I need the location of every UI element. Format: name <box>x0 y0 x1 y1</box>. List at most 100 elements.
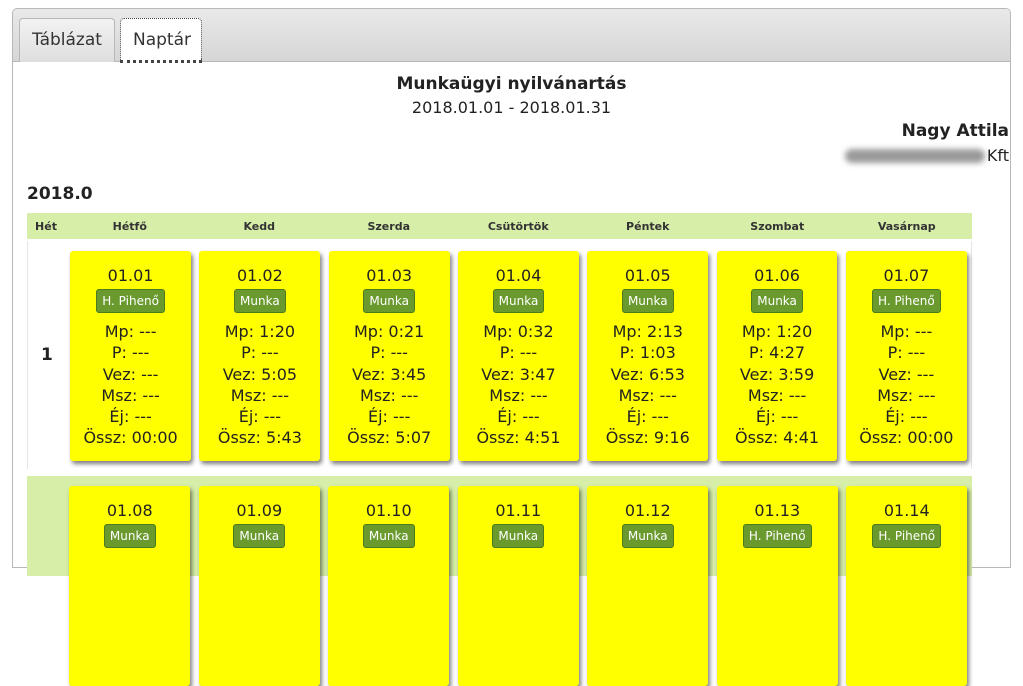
header-day: Csütörtök <box>487 219 549 233</box>
stat-ossz: Össz: 4:41 <box>735 428 820 448</box>
day-type-badge[interactable]: Munka <box>621 524 674 548</box>
header-day: Szombat <box>750 219 805 233</box>
stat-mp: Mp: 0:21 <box>353 322 425 341</box>
stat-ossz: Össz: 00:00 <box>859 428 954 448</box>
stat-msz: Msz: --- <box>101 385 160 405</box>
day-card[interactable]: 01.04 Munka Mp: 0:32 P: --- Vez: 3:47 Msz: --… <box>458 251 579 461</box>
day-card[interactable]: 01.07 H. Pihenő Mp: --- P: --- Vez: --- Msz: … <box>845 251 967 461</box>
month-label: 2018.0 <box>27 184 93 204</box>
stat-vez: Vez: 3:59 <box>739 364 815 384</box>
day-date: 01.07 <box>883 266 930 285</box>
day-type-badge[interactable]: Munka <box>363 289 415 313</box>
day-stats: Mp: --- P: --- Vez: --- Msz: --- Éj: --- Össz… <box>70 321 191 449</box>
day-card[interactable]: 01.14 H. Pihenő <box>846 486 968 686</box>
stat-mp: Mp: --- <box>104 322 157 341</box>
stat-mp: Mp: --- <box>880 322 933 341</box>
tab-table[interactable]: Táblázat <box>19 18 115 62</box>
header-day: Szerda <box>367 219 410 233</box>
day-stats: Mp: 0:32 P: --- Vez: 3:47 Msz: --- Éj: --- Ös… <box>458 321 579 449</box>
day-card[interactable]: 01.05 Munka Mp: 2:13 P: 1:03 Vez: 6:53 Msz: -… <box>587 251 709 461</box>
day-stats: Mp: 2:13 P: 1:03 Vez: 6:53 Msz: --- Éj: --- Ö… <box>587 321 708 449</box>
stat-vez: Vez: 3:47 <box>481 364 556 384</box>
day-date: 01.09 <box>236 501 283 520</box>
stat-msz: Msz: --- <box>618 385 677 405</box>
stat-vez: Vez: --- <box>878 364 935 384</box>
day-card[interactable]: 01.03 Munka Mp: 0:21 P: --- Vez: 3:45 Msz: --… <box>328 251 450 461</box>
day-card[interactable]: 01.01 H. Pihenő Mp: --- P: --- Vez: --- Msz: … <box>70 251 191 461</box>
tab-bar: Táblázat Naptár <box>13 9 1010 63</box>
day-card[interactable]: 01.02 Munka Mp: 1:20 P: --- Vez: 5:05 Msz: --… <box>199 251 321 461</box>
header-day: Hétfő <box>112 219 147 233</box>
calendar-header: Hét Hétfő Kedd Szerda Csütörtök Péntek S… <box>27 213 972 239</box>
stat-ossz: Össz: 5:07 <box>347 428 432 448</box>
day-date: 01.02 <box>236 266 283 285</box>
day-type-badge[interactable]: Munka <box>233 524 286 548</box>
stat-ej: Éj: --- <box>368 407 411 427</box>
day-stats: Mp: --- P: --- Vez: --- Msz: --- Éj: --- Össz… <box>846 321 967 449</box>
day-type-badge[interactable]: Munka <box>751 289 803 313</box>
stat-ej: Éj: --- <box>109 407 152 427</box>
stat-msz: Msz: --- <box>360 385 419 405</box>
redacted-company-name <box>844 148 985 163</box>
day-date: 01.06 <box>754 266 800 285</box>
day-type-badge[interactable]: Munka <box>362 524 415 548</box>
day-type-badge[interactable]: Munka <box>234 289 286 313</box>
day-card[interactable]: 01.12 Munka <box>587 486 709 686</box>
header-day: Vasárnap <box>877 219 936 233</box>
day-date: 01.10 <box>365 501 412 520</box>
stat-ossz: Össz: 9:16 <box>605 428 690 448</box>
day-card[interactable]: 01.10 Munka <box>328 486 450 686</box>
stat-mp: Mp: 1:20 <box>741 322 813 341</box>
day-card[interactable]: 01.11 Munka <box>457 486 579 686</box>
week-number <box>27 476 65 576</box>
day-date: 01.04 <box>495 266 542 285</box>
day-stats: Mp: 1:20 P: --- Vez: 5:05 Msz: --- Éj: --- Ös… <box>199 321 320 449</box>
stat-ossz: Össz: 4:51 <box>476 428 561 448</box>
stat-vez: Vez: 6:53 <box>610 364 685 384</box>
day-type-badge[interactable]: Munka <box>621 289 674 313</box>
report-period: 2018.01.01 - 2018.01.31 <box>411 98 612 117</box>
stat-msz: Msz: --- <box>489 385 548 405</box>
report-title: Munkaügyi nyilvánartás <box>396 74 627 94</box>
stat-p: P: --- <box>111 343 150 363</box>
day-date: 01.05 <box>624 266 671 285</box>
day-stats: Mp: 0:21 P: --- Vez: 3:45 Msz: --- Éj: --- Ös… <box>329 321 450 449</box>
stat-ej: Éj: --- <box>885 407 928 427</box>
stat-vez: Vez: 3:45 <box>352 364 427 384</box>
stat-ej: Éj: --- <box>497 407 540 427</box>
day-date: 01.01 <box>107 266 154 285</box>
day-type-badge[interactable]: H. Pihenő <box>872 289 941 313</box>
stat-msz: Msz: --- <box>747 385 807 405</box>
stat-ej: Éj: --- <box>238 407 282 427</box>
stat-ej: Éj: --- <box>626 407 669 427</box>
stat-ossz: Össz: 5:43 <box>217 428 302 448</box>
stat-mp: Mp: 2:13 <box>612 322 683 341</box>
day-stats: Mp: 1:20 P: 4:27 Vez: 3:59 Msz: --- Éj: --- Ö… <box>717 321 838 449</box>
day-card[interactable]: 01.09 Munka <box>198 486 320 686</box>
day-date: 01.11 <box>495 501 542 520</box>
stat-vez: Vez: --- <box>102 364 159 384</box>
day-type-badge[interactable]: H. Pihenő <box>742 524 812 548</box>
day-type-badge[interactable]: Munka <box>103 524 156 548</box>
day-date: 01.08 <box>106 501 153 520</box>
day-type-badge[interactable]: Munka <box>492 289 545 313</box>
stat-ej: Éj: --- <box>755 407 799 427</box>
stat-p: P: --- <box>499 343 538 363</box>
day-type-badge[interactable]: H. Pihenő <box>96 289 165 313</box>
day-date: 01.13 <box>754 501 801 520</box>
company-suffix: Kft <box>986 146 1009 165</box>
day-type-badge[interactable]: Munka <box>492 524 545 548</box>
stat-p: P: --- <box>241 343 279 363</box>
day-card[interactable]: 01.08 Munka <box>69 486 191 686</box>
day-card[interactable]: 01.06 Munka Mp: 1:20 P: 4:27 Vez: 3:59 Msz: -… <box>716 251 838 461</box>
stat-mp: Mp: 1:20 <box>224 322 296 341</box>
stat-mp: Mp: 0:32 <box>483 322 554 341</box>
week-row: 1 01.01 H. Pihenő Mp: --- P: --- Vez: --- Msz:… <box>27 241 972 469</box>
company-name: Kft <box>844 146 1009 165</box>
day-card[interactable]: 01.13 H. Pihenő <box>716 486 838 686</box>
tab-calendar[interactable]: Naptár <box>120 18 202 63</box>
week-number: 1 <box>41 345 53 365</box>
header-day: Péntek <box>626 219 670 233</box>
day-type-badge[interactable]: H. Pihenő <box>872 524 942 548</box>
stat-p: P: --- <box>887 343 926 363</box>
